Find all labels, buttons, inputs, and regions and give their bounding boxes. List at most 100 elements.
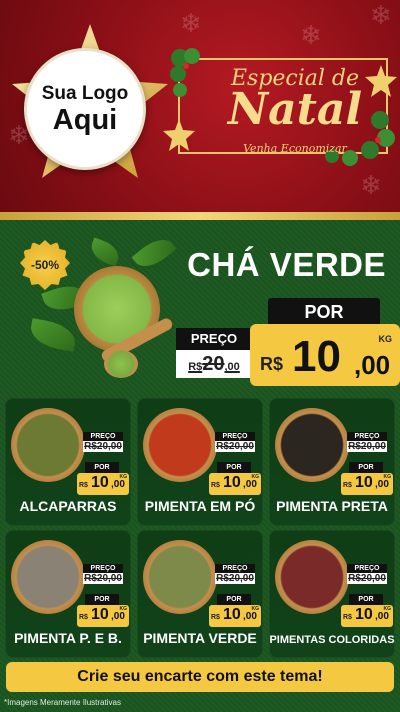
por-label: POR (217, 462, 251, 473)
old-price-value: R$20,00 (215, 573, 255, 584)
price-unit: KG (383, 606, 392, 612)
price-tag: R$ 10 ,00 KG (77, 473, 129, 495)
price-decimal: ,00 (375, 479, 389, 490)
price-currency: R$ (260, 354, 284, 374)
featured-price-tag: R$ 10 ,00 KG (250, 324, 400, 386)
price-unit: KG (119, 474, 128, 480)
price-unit: KG (251, 474, 260, 480)
price-tag: R$ 10 ,00 KG (341, 473, 393, 495)
gold-divider (0, 212, 400, 220)
old-price-value: R$20,00 (347, 573, 387, 584)
product-bowl-image (275, 408, 349, 482)
old-price-tag: PREÇO R$20,00 (215, 564, 255, 584)
price-tag: R$ 10 ,00 KG (341, 605, 393, 627)
old-price-value: R$20,00 (215, 441, 255, 452)
leaf-icon (87, 237, 123, 267)
price-currency: R$ (211, 482, 220, 489)
product-name: PIMENTA EM PÓ (144, 498, 256, 514)
price-integer: 10 (355, 606, 373, 623)
old-price-value: R$20,00 (347, 441, 387, 452)
price-unit: KG (378, 334, 393, 344)
price-integer: 10 (223, 606, 241, 623)
snowflake-icon: ❄ (180, 8, 202, 38)
price-integer: 10 (223, 474, 241, 491)
product-card[interactable]: PREÇO R$20,00 POR R$ 10 ,00 KG ALCAPARRA… (5, 398, 131, 526)
price-currency: R$ (79, 614, 88, 621)
product-name: PIMENTA VERDE (143, 630, 257, 646)
price-decimal: ,00 (111, 479, 125, 490)
old-price-value: R$20,00 (176, 350, 252, 378)
main-section: -50% CHÁ VERDE PREÇO R$20,00 POR R$ 10 ,… (0, 220, 400, 712)
product-card[interactable]: PREÇO R$20,00 POR R$ 10 ,00 KG PIMENTA E… (137, 398, 263, 526)
venha-economizar-text: Venha Economizar (243, 142, 347, 155)
discount-badge: -50% (20, 240, 70, 290)
old-price-tag: PREÇO R$20,00 (347, 432, 387, 452)
old-price-label: PREÇO (347, 432, 387, 441)
natal-title: Natal (227, 84, 363, 135)
snowflake-icon: ❄ (370, 0, 392, 30)
por-label: POR (349, 462, 383, 473)
logo-placeholder[interactable]: Sua Logo Aqui (24, 48, 146, 170)
price-integer: 10 (292, 332, 341, 381)
old-price-label: PREÇO (176, 328, 252, 350)
old-price-currency: R$ (188, 361, 203, 373)
featured-product-name: CHÁ VERDE (187, 246, 386, 283)
price-currency: R$ (79, 482, 88, 489)
por-label: POR (217, 594, 251, 605)
price-decimal: ,00 (111, 611, 125, 622)
small-star-icon (163, 119, 195, 151)
price-tag: R$ 10 ,00 KG (209, 473, 261, 495)
product-bowl-image (275, 540, 349, 614)
product-card[interactable]: PREÇO R$20,00 POR R$ 10 ,00 KG PIMENTA P… (269, 398, 395, 526)
product-name: PIMENTA PRETA (276, 498, 388, 514)
old-price-dec: ,00 (224, 361, 240, 373)
old-price-tag: PREÇO R$20,00 (83, 432, 123, 452)
disclaimer-text: *Imagens Meramente Ilustrativas (4, 698, 121, 707)
price-decimal: ,00 (375, 611, 389, 622)
snowflake-icon: ❄ (300, 20, 322, 50)
product-card[interactable]: PREÇO R$20,00 POR R$ 10 ,00 KG PIMENTAS … (269, 530, 395, 658)
por-label: POR (85, 594, 119, 605)
product-name: ALCAPARRAS (19, 498, 117, 514)
price-integer: 10 (355, 474, 373, 491)
product-bowl-image (11, 408, 85, 482)
old-price-tag: PREÇO R$20,00 (176, 328, 252, 380)
price-decimal: ,00 (243, 611, 257, 622)
logo-text-line1: Sua Logo (41, 82, 129, 104)
price-decimal: ,00 (243, 479, 257, 490)
product-card[interactable]: PREÇO R$20,00 POR R$ 10 ,00 KG PIMENTA V… (137, 530, 263, 658)
price-unit: KG (383, 474, 392, 480)
logo-text-line2: Aqui (52, 103, 118, 136)
price-currency: R$ (343, 482, 352, 489)
por-label: POR (85, 462, 119, 473)
old-price-int: 20 (202, 353, 225, 375)
product-bowl-image (143, 408, 217, 482)
product-bowl-image (11, 540, 85, 614)
cta-banner[interactable]: Crie seu encarte com este tema! (6, 662, 394, 692)
price-tag: R$ 10 ,00 KG (209, 605, 261, 627)
leaf-icon (131, 231, 177, 275)
snowflake-icon: ❄ (360, 170, 382, 200)
old-price-label: PREÇO (83, 564, 123, 573)
price-currency: R$ (211, 614, 220, 621)
price-currency: R$ (343, 614, 352, 621)
old-price-value: R$20,00 (83, 441, 123, 452)
christmas-header: ❄ ❄ ❄ ❄ ❄ Sua Logo Aqui Especial de Nata… (0, 0, 400, 218)
por-label: POR (268, 298, 380, 326)
product-card[interactable]: PREÇO R$20,00 POR R$ 10 ,00 KG PIMENTA P… (5, 530, 131, 658)
product-name: PIMENTA P. E B. (14, 630, 122, 646)
old-price-tag: PREÇO R$20,00 (215, 432, 255, 452)
old-price-label: PREÇO (347, 564, 387, 573)
price-unit: KG (251, 606, 260, 612)
price-tag: R$ 10 ,00 KG (77, 605, 129, 627)
price-unit: KG (119, 606, 128, 612)
old-price-label: PREÇO (215, 564, 255, 573)
old-price-label: PREÇO (215, 432, 255, 441)
price-integer: 10 (91, 474, 109, 491)
price-decimal: ,00 (354, 350, 391, 380)
old-price-tag: PREÇO R$20,00 (83, 564, 123, 584)
featured-product[interactable]: -50% CHÁ VERDE PREÇO R$20,00 POR R$ 10 ,… (6, 224, 400, 394)
old-price-tag: PREÇO R$20,00 (347, 564, 387, 584)
leaf-icon (28, 318, 78, 352)
old-price-label: PREÇO (83, 432, 123, 441)
